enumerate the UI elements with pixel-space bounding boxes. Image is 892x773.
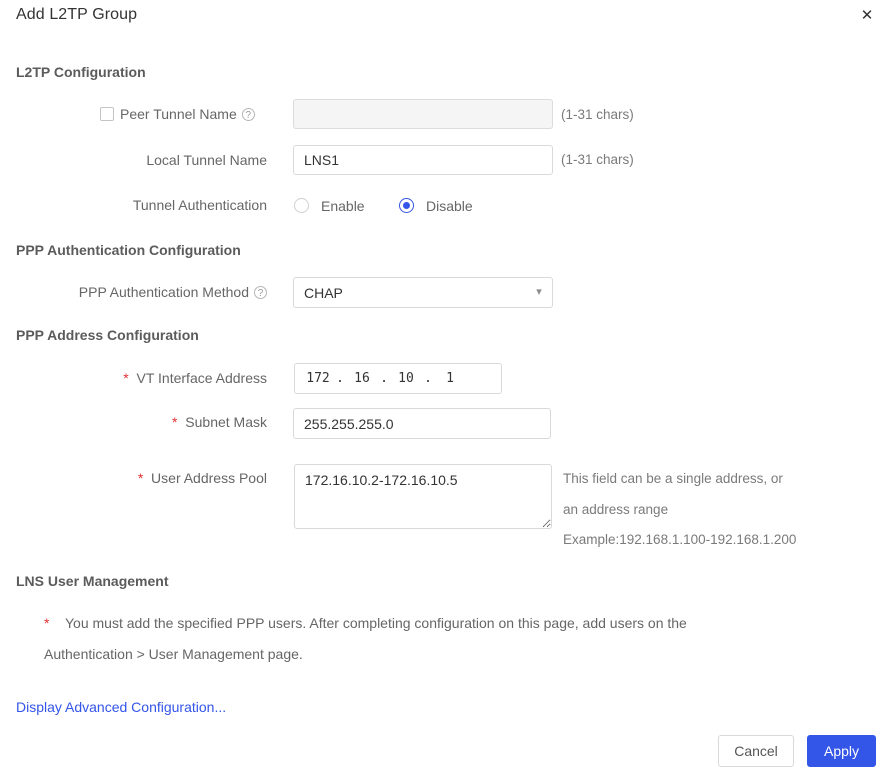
section-heading-lns-users: LNS User Management [16,573,169,589]
subnet-mask-input[interactable] [293,408,551,439]
local-tunnel-name-hint: (1-31 chars) [561,152,634,167]
user-address-pool-hint-line2: an address range [563,502,669,517]
user-address-pool-label-text: User Address Pool [151,470,267,486]
tunnel-auth-radio-enable[interactable] [294,198,309,213]
required-asterisk: * [172,414,178,430]
ppp-auth-method-label-text: PPP Authentication Method [78,284,249,300]
display-advanced-configuration-link[interactable]: Display Advanced Configuration... [16,699,226,715]
notice-required-asterisk: * [44,615,50,631]
vt-octet-4[interactable] [433,371,467,386]
ppp-auth-method-select[interactable]: CHAP ▾ [293,277,553,308]
vt-interface-address-input[interactable]: . . . [294,363,502,394]
subnet-mask-label-text: Subnet Mask [185,414,267,430]
peer-tunnel-name-checkbox[interactable] [100,107,114,121]
vt-octet-1[interactable] [301,371,335,386]
required-asterisk: * [123,370,129,386]
dialog-titlebar: Add L2TP Group ✕ [0,0,892,36]
vt-interface-address-label-text: VT Interface Address [136,370,267,386]
required-asterisk: * [137,470,144,486]
tunnel-authentication-label: Tunnel Authentication [132,197,267,213]
ppp-auth-method-label: PPP Authentication Method? [40,284,267,300]
user-address-pool-hint-line1: This field can be a single address, or [563,471,783,486]
tunnel-auth-radio-enable-label[interactable]: Enable [321,198,365,214]
help-circle-icon[interactable]: ? [241,108,255,121]
section-heading-ppp-auth: PPP Authentication Configuration [16,242,241,258]
ip-separator: . [424,371,432,386]
local-tunnel-name-input[interactable] [293,145,553,175]
section-heading-l2tp: L2TP Configuration [16,64,146,80]
notice-line-1: You must add the specified PPP users. Af… [65,615,687,631]
vt-interface-address-label: * VT Interface Address [40,370,267,386]
peer-tunnel-name-input[interactable] [293,99,553,129]
chevron-down-icon: ▾ [536,286,542,298]
section-heading-ppp-addr: PPP Address Configuration [16,327,199,343]
peer-tunnel-name-hint: (1-31 chars) [561,107,634,122]
user-address-pool-hint-line3: Example:192.168.1.100-192.168.1.200 [563,532,797,547]
local-tunnel-name-label: Local Tunnel Name [146,152,267,168]
subnet-mask-label: * Subnet Mask [40,414,267,430]
tunnel-auth-radio-disable-label[interactable]: Disable [426,198,473,214]
apply-button[interactable]: Apply [807,735,876,767]
help-circle-icon[interactable]: ? [254,286,267,299]
notice-line-2: Authentication > User Management page. [44,646,303,662]
user-address-pool-textarea[interactable] [294,464,552,529]
vt-octet-3[interactable] [389,371,423,386]
close-icon[interactable]: ✕ [856,5,878,27]
ip-separator: . [380,371,388,386]
vt-octet-2[interactable] [345,371,379,386]
ip-separator: . [336,371,344,386]
cancel-button[interactable]: Cancel [718,735,794,767]
peer-tunnel-name-label: Peer Tunnel Name? [120,106,270,122]
tunnel-auth-radio-disable[interactable] [399,198,414,213]
user-address-pool-label: * User Address Pool [40,470,267,486]
peer-tunnel-name-label-text: Peer Tunnel Name [120,106,237,122]
dialog-title: Add L2TP Group [16,6,138,23]
ppp-auth-method-value: CHAP [304,284,343,301]
